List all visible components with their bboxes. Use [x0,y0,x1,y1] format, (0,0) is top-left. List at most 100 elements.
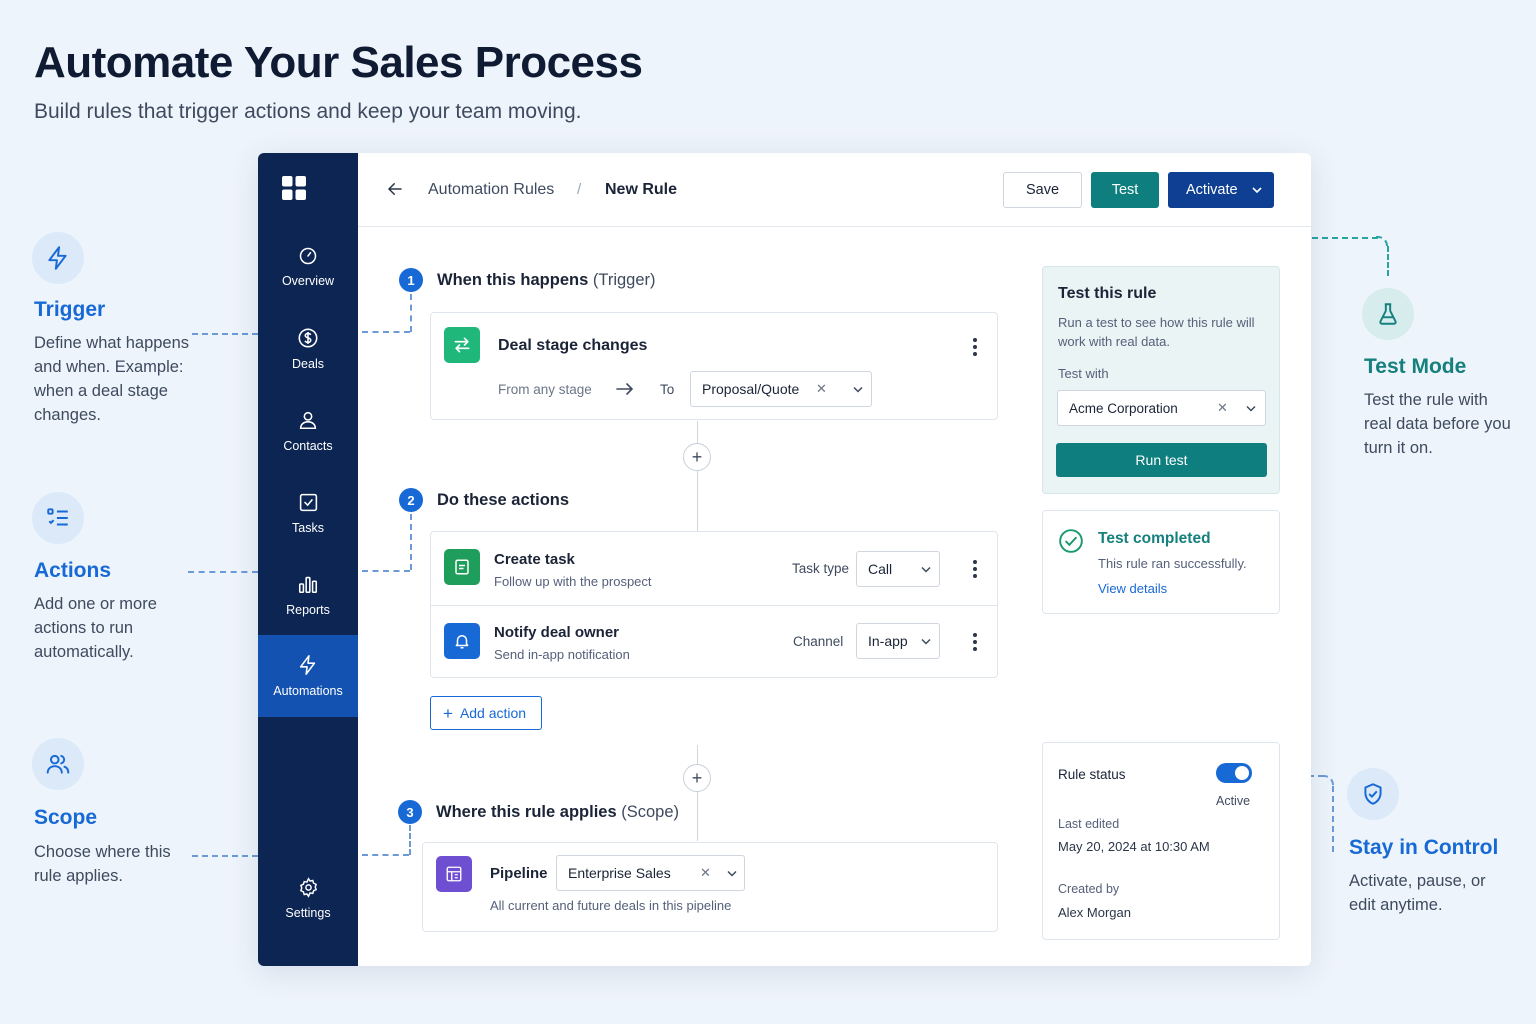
connector-line [362,570,410,572]
plus-icon: + [443,703,453,723]
lightning-icon [299,655,316,675]
step-number: 1 [399,268,423,292]
rule-status-label: Rule status [1058,767,1126,782]
app-grid-logo-icon[interactable] [282,176,306,205]
from-stage-label: From any stage [498,382,592,397]
bell-icon [444,623,480,659]
breadcrumb-separator: / [577,181,582,198]
test-result-message: This rule ran successfully. [1098,556,1247,571]
channel-select[interactable]: In-app [856,623,940,659]
clear-icon[interactable]: ✕ [700,865,711,881]
test-with-select[interactable]: Acme Corporation ✕ [1057,390,1266,426]
sidebar-item-reports[interactable]: Reports [258,554,358,636]
sidebar-item-deals[interactable]: Deals [258,308,358,390]
run-test-button[interactable]: Run test [1056,443,1267,477]
created-by-label: Created by [1058,882,1120,896]
test-button[interactable]: Test [1091,172,1159,208]
task-type-value: Call [868,561,893,577]
pipeline-select[interactable]: Enterprise Sales ✕ [556,855,745,891]
clear-icon[interactable]: ✕ [1217,400,1228,416]
view-details-link[interactable]: View details [1098,581,1167,596]
test-result-title: Test completed [1098,530,1211,547]
trigger-title-text: When this happens [437,271,589,289]
annotation-actions-text: Add one or more actions to run automatic… [34,595,157,661]
list-icon [32,492,84,544]
save-button[interactable]: Save [1003,172,1082,208]
task-type-label: Task type [792,561,850,576]
sidebar-item-overview[interactable]: Overview [258,226,358,308]
trigger-card[interactable]: Deal stage changes From any stage To Pro… [430,312,998,420]
sidebar-item-label: Deals [292,357,324,371]
flask-icon [1362,288,1414,340]
sidebar-item-settings[interactable]: Settings [258,857,358,939]
action-title: Notify deal owner [494,624,620,641]
shield-check-icon [1347,768,1399,820]
checkbox-icon [299,493,317,511]
action-row[interactable]: Notify deal owner Send in-app notificati… [431,606,997,678]
connector-line [1376,236,1388,248]
app-window: Overview Deals Contacts Tasks Reports Au… [258,153,1311,966]
connector-line [192,333,258,335]
add-step-button[interactable]: + [683,443,711,471]
sidebar: Overview Deals Contacts Tasks Reports Au… [258,153,358,966]
chevron-down-icon [921,638,931,645]
sidebar-item-label: Automations [273,684,343,698]
more-options-icon[interactable] [972,560,978,578]
to-label: To [660,382,675,397]
connector-line [192,855,258,857]
breadcrumb-current: New Rule [605,181,678,198]
connector-line [410,294,412,332]
connector-line [1387,246,1389,276]
rule-status-toggle[interactable] [1216,763,1252,783]
action-subtitle: Send in-app notification [494,647,630,662]
add-step-button[interactable]: + [683,764,711,792]
add-action-button[interactable]: + Add action [430,696,542,730]
sidebar-item-contacts[interactable]: Contacts [258,390,358,472]
to-stage-select[interactable]: Proposal/Quote ✕ [690,371,872,407]
chevron-down-icon [921,566,931,573]
annotation-scope-title: Scope [34,806,98,829]
breadcrumb-parent[interactable]: Automation Rules [428,181,554,199]
scope-section-title: Where this rule applies (Scope) [436,803,679,822]
activate-button[interactable]: Activate [1168,172,1274,208]
connector-line [409,825,411,855]
task-type-select[interactable]: Call [856,551,940,587]
check-circle-icon [1058,528,1084,559]
add-action-label: Add action [459,705,527,721]
flow-line [697,421,698,531]
action-subtitle: Follow up with the prospect [494,574,652,589]
chevron-down-icon [1246,405,1256,412]
scope-title-suffix: (Scope) [621,803,680,821]
action-row[interactable]: Create task Follow up with the prospect … [431,532,997,606]
channel-label: Channel [793,634,844,649]
pipeline-note: All current and future deals in this pip… [490,898,732,913]
flow-line [697,745,698,841]
last-edited-value: May 20, 2024 at 10:30 AM [1058,839,1210,854]
more-options-icon[interactable] [972,338,978,356]
chevron-down-icon[interactable] [1252,186,1262,194]
sidebar-item-label: Settings [285,905,331,920]
connector-line [362,854,409,856]
trigger-name: Deal stage changes [498,337,648,354]
rule-status-card: Rule status Active Last edited May 20, 2… [1042,742,1280,940]
annotation-trigger-text: Define what happens and when. Example: w… [34,334,190,424]
pipeline-icon [436,856,472,892]
actions-section-title: Do these actions [437,491,570,509]
clear-icon[interactable]: ✕ [816,381,827,397]
connector-line [188,571,258,573]
test-panel-description: Run a test to see how this rule will wor… [1058,315,1255,349]
task-icon [444,549,480,585]
connector-line [362,331,410,333]
annotation-test-mode-text: Test the rule with real data before you … [1364,391,1511,457]
sidebar-item-tasks[interactable]: Tasks [258,472,358,554]
created-by-value: Alex Morgan [1058,905,1131,920]
more-options-icon[interactable] [972,633,978,651]
annotation-test-mode-title: Test Mode [1364,355,1467,378]
step-number: 3 [398,800,422,824]
annotation-scope-text: Choose where this rule applies. [34,843,171,885]
pipeline-value: Enterprise Sales [568,865,671,881]
back-arrow-icon[interactable] [386,180,404,203]
test-result-card: Test completed This rule ran successfull… [1042,510,1280,614]
sidebar-item-automations[interactable]: Automations [258,635,358,717]
activate-label: Activate [1186,182,1238,198]
